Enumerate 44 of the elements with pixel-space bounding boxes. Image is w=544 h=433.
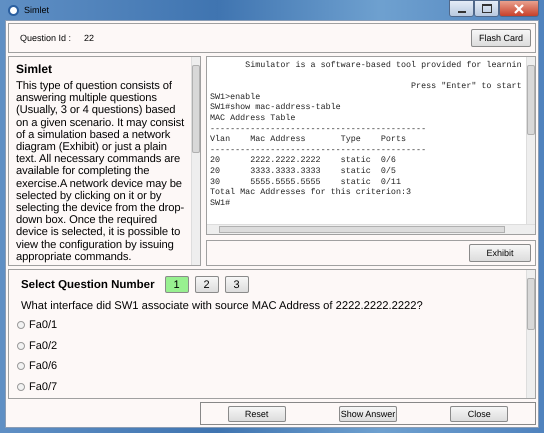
terminal-line: -------------------------------------------: [210, 124, 428, 134]
minimize-icon[interactable]: [449, 0, 474, 17]
action-button[interactable]: Close: [450, 406, 508, 422]
terminal-line: 20 2222.2222.2222 static 0/6: [210, 155, 397, 166]
terminal-line: Press "Enter" to start: [410, 81, 523, 92]
app-icon: [8, 4, 19, 16]
terminal-line: 20 3333.3333.3333 static 0/5: [210, 166, 397, 177]
terminal-line: Simulator is a software-based tool provided for learnin: [244, 60, 523, 71]
radio-button[interactable]: [17, 362, 25, 370]
terminal-line: Vlan Mac Address Type Ports: [210, 134, 408, 145]
terminal-line: 30 5555.5555.5555 static 0/11: [210, 176, 402, 188]
option-label[interactable]: Fa0/1: [29, 319, 58, 332]
action-button[interactable]: Reset: [228, 406, 286, 422]
radio-button[interactable]: [17, 321, 25, 330]
exhibit-button[interactable]: Exhibit: [469, 244, 531, 262]
radio-button[interactable]: [17, 342, 25, 350]
scrollbar[interactable]: [526, 270, 535, 398]
close-icon[interactable]: [499, 0, 539, 17]
question-number-button[interactable]: 2: [194, 276, 219, 293]
option-label[interactable]: Fa0/7: [29, 380, 58, 393]
question-id-label: Question Id :: [20, 33, 72, 43]
question-number-button[interactable]: 3: [224, 276, 249, 293]
question-number-button[interactable]: 1: [164, 276, 189, 293]
terminal-line: SW1#show mac-address-table: [210, 102, 342, 113]
terminal-line: SW1#: [210, 198, 232, 208]
question-id-value: 22: [84, 33, 96, 43]
window-title: Simlet: [24, 5, 50, 15]
radio-button[interactable]: [17, 382, 25, 391]
option-label[interactable]: Fa0/6: [29, 360, 58, 372]
terminal-line: Total Mac Addresses for this criterion:3: [210, 187, 412, 198]
option-label[interactable]: Fa0/2: [29, 340, 58, 352]
question-text: What interface did SW1 associate with source MAC Address of 2222.2222.2222?: [21, 300, 424, 312]
maximize-icon[interactable]: [474, 0, 499, 17]
terminal-line: SW1>enable: [210, 92, 262, 102]
description-title: Simlet: [16, 62, 54, 76]
scrollbar[interactable]: [191, 57, 200, 265]
terminal-line: -------------------------------------------: [210, 144, 428, 156]
action-button[interactable]: Show Answer: [338, 406, 397, 422]
flash-card-button[interactable]: Flash Card: [471, 29, 531, 47]
scrollbar[interactable]: [526, 57, 535, 224]
description-text: This type of question consists of answering multiple questions (Usually, 3 or 4 questions) based on a given scenario. It may consist of a simulation based a network diagram (Exhibit) or just a plain text. All necessary commands are available for completing the exercise.A network device may be selected by clicking on it or by selecting the device from the drop-down box. Once the required device is selected, it is possible to view the configuration by issuing appropriate commands.: [16, 80, 186, 264]
scrollbar[interactable]: [207, 224, 535, 234]
terminal-line: MAC Address Table: [210, 112, 296, 124]
select-question-label: Select Question Number: [21, 278, 155, 290]
